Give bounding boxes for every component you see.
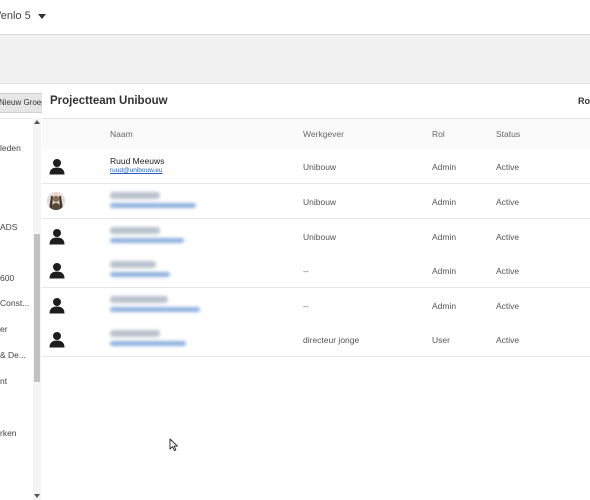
member-role: Admin [432, 232, 457, 242]
person-icon [49, 229, 65, 245]
scrollbar-thumb[interactable] [34, 234, 40, 382]
table-row[interactable]: -- Admin Active [42, 253, 590, 288]
sidebar-item[interactable]: & De... [0, 350, 32, 360]
toolbar-band [0, 35, 590, 84]
member-email-redacted [110, 341, 186, 346]
new-group-button[interactable]: Nieuw Groep [0, 93, 42, 113]
table-row[interactable]: -- Admin Active [42, 288, 590, 323]
sidebar-item[interactable]: nt [0, 376, 32, 386]
sidebar-scrollbar[interactable] [33, 118, 41, 500]
groups-sidebar: Nieuw Groep leden ADS 600 Const... er & … [0, 84, 43, 500]
scroll-down-icon[interactable] [34, 494, 40, 498]
table-row[interactable]: Unibouw Admin Active [42, 219, 590, 254]
member-status: Active [496, 266, 520, 276]
member-status: Active [496, 232, 520, 242]
member-email-redacted [110, 272, 170, 277]
member-name-redacted [110, 227, 160, 234]
column-header-status[interactable]: Status [496, 129, 520, 139]
table-row[interactable]: Unibouw Admin Active [42, 184, 590, 219]
member-name: Ruud Meeuws [110, 156, 165, 166]
member-status: Active [496, 162, 520, 172]
team-panel: Projectteam Unibouw Rol Naam Werkgever R… [42, 84, 590, 500]
user-photo-avatar [47, 192, 65, 210]
member-email-link[interactable]: ruud@unibouw.eu [110, 167, 163, 174]
person-icon [49, 332, 65, 348]
member-employer: Unibouw [303, 232, 337, 242]
scroll-up-icon[interactable] [34, 120, 40, 124]
table-row[interactable]: Ruud Meeuws ruud@unibouw.eu Unibouw Admi… [42, 149, 590, 184]
member-name-redacted [110, 261, 156, 268]
member-role: Admin [432, 197, 457, 207]
top-bar: Venlo 5 [0, 0, 590, 35]
member-email-redacted [110, 203, 196, 208]
table-row[interactable]: directeur jonge User Active [42, 322, 590, 357]
column-header-role[interactable]: Rol [432, 129, 445, 139]
member-employer: -- [303, 301, 309, 311]
member-role: User [432, 335, 450, 345]
member-employer: Unibouw [303, 162, 337, 172]
member-role: Admin [432, 162, 457, 172]
project-name: Venlo 5 [0, 10, 31, 22]
role-filter[interactable]: Rol [578, 96, 590, 106]
sidebar-item[interactable]: Const... [0, 298, 32, 308]
sidebar-item[interactable]: er [0, 324, 32, 334]
page-title: Projectteam Unibouw [50, 95, 168, 107]
member-role: Admin [432, 301, 457, 311]
sidebar-item[interactable]: leden [0, 143, 32, 153]
member-name-redacted [110, 296, 168, 303]
person-icon [49, 298, 65, 314]
member-email-redacted [110, 238, 184, 243]
member-employer: -- [303, 266, 309, 276]
sidebar-item[interactable]: rken [0, 428, 32, 438]
chevron-down-icon [37, 13, 46, 19]
member-email-redacted [110, 307, 200, 312]
member-employer: directeur jonge [303, 335, 360, 345]
member-status: Active [496, 335, 520, 345]
group-list: leden ADS 600 Const... er & De... nt rke… [0, 118, 32, 500]
member-status: Active [496, 301, 520, 311]
table-header: Naam Werkgever Rol Status [42, 118, 590, 150]
member-name-redacted [110, 330, 160, 337]
member-employer: Unibouw [303, 197, 337, 207]
member-name-redacted [110, 192, 160, 199]
sidebar-item[interactable]: 600 [0, 273, 32, 283]
project-selector[interactable]: Venlo 5 [0, 10, 46, 22]
sidebar-item[interactable]: ADS [0, 222, 32, 232]
person-icon [49, 263, 65, 279]
column-header-name[interactable]: Naam [110, 129, 133, 139]
column-header-employer[interactable]: Werkgever [303, 129, 344, 139]
person-icon [49, 159, 65, 175]
member-role: Admin [432, 266, 457, 276]
mouse-pointer-icon [169, 438, 178, 452]
member-status: Active [496, 197, 520, 207]
